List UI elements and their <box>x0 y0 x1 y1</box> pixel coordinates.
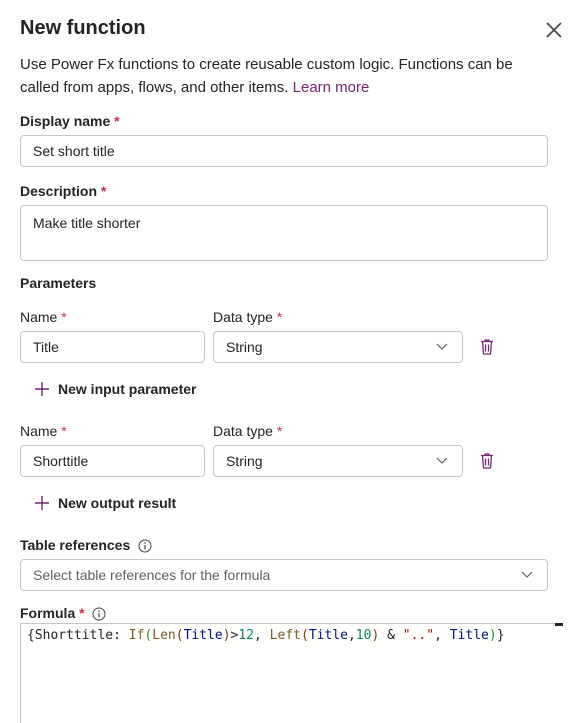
add-icon <box>35 496 49 510</box>
formula-token: ( <box>300 628 309 643</box>
formula-token: 12 <box>238 628 255 643</box>
new-input-parameter-label: New input parameter <box>58 381 197 397</box>
description-textarea[interactable]: Make title shorter <box>20 205 548 261</box>
dialog-title: New function <box>20 17 146 39</box>
display-name-label-text: Display name <box>20 113 111 129</box>
formula-token: , <box>347 628 356 643</box>
output-type-label: Data type * <box>213 423 282 439</box>
name-label-text: Name <box>20 423 58 439</box>
table-references-label: Table references <box>20 537 152 553</box>
input-parameter-type-value: String <box>226 339 263 355</box>
required-marker: * <box>276 309 283 325</box>
required-marker: * <box>276 423 283 439</box>
close-icon[interactable] <box>543 19 565 41</box>
required-marker: * <box>114 113 120 129</box>
new-output-result-label: New output result <box>58 495 177 511</box>
required-marker: * <box>61 423 67 439</box>
formula-token: ) <box>488 628 497 643</box>
required-marker: * <box>79 605 85 621</box>
input-parameter-name-value: Title <box>33 339 59 355</box>
table-references-label-text: Table references <box>20 537 131 553</box>
input-parameter-type-select[interactable]: String <box>213 331 463 363</box>
table-references-placeholder: Select table references for the formula <box>33 567 271 583</box>
description-value: Make title shorter <box>33 215 141 231</box>
formula-token: Shorttitle <box>34 628 114 643</box>
required-marker: * <box>61 309 67 325</box>
chevron-down-icon <box>436 343 448 350</box>
formula-token: } <box>496 628 505 643</box>
required-marker: * <box>100 183 107 199</box>
name-label-text: Name <box>20 309 58 325</box>
delete-icon[interactable] <box>479 338 495 356</box>
formula-token: ".." <box>402 628 435 643</box>
formula-token: Title <box>183 628 223 643</box>
formula-token: ( <box>175 628 184 643</box>
new-output-result-button[interactable]: New output result <box>34 495 176 511</box>
output-result-type-select[interactable]: String <box>213 445 463 477</box>
formula-token: If <box>128 628 145 643</box>
description-label-text: Description <box>20 183 98 199</box>
display-name-label: Display name * <box>20 113 120 129</box>
table-references-select[interactable]: Select table references for the formula <box>20 559 548 591</box>
formula-token: , <box>434 628 450 643</box>
chevron-down-icon <box>436 457 448 464</box>
formula-editor[interactable]: {Shorttitle: If(Len(Title)>12, Left(Titl… <box>20 623 563 723</box>
info-icon[interactable] <box>92 607 106 621</box>
delete-icon[interactable] <box>479 452 495 470</box>
formula-label: Formula * <box>20 605 106 621</box>
learn-more-link[interactable]: Learn more <box>293 79 370 96</box>
formula-token: & <box>379 628 403 643</box>
input-parameter-name[interactable]: Title <box>20 331 205 363</box>
input-type-label: Data type * <box>213 309 282 325</box>
info-icon[interactable] <box>138 539 152 553</box>
formula-token: Left <box>269 628 301 643</box>
type-label-text: Data type <box>213 309 273 325</box>
add-icon <box>35 382 49 396</box>
output-result-name[interactable]: Shorttitle <box>20 445 205 477</box>
output-name-label: Name * <box>20 423 67 439</box>
formula-token: ) <box>222 628 231 643</box>
display-name-input[interactable]: Set short title <box>20 135 548 167</box>
output-result-type-value: String <box>226 453 263 469</box>
input-name-label: Name * <box>20 309 67 325</box>
formula-token: Title <box>308 628 348 643</box>
new-input-parameter-button[interactable]: New input parameter <box>34 381 196 397</box>
formula-token: Title <box>449 628 489 643</box>
formula-token: , <box>254 628 270 643</box>
description-text: Use Power Fx functions to create reusabl… <box>20 56 513 96</box>
parameters-heading: Parameters <box>20 275 97 291</box>
dialog-description: Use Power Fx functions to create reusabl… <box>20 53 550 99</box>
display-name-value: Set short title <box>33 143 115 159</box>
output-result-name-value: Shorttitle <box>33 453 89 469</box>
formula-token: : <box>113 628 129 643</box>
formula-token: Len <box>152 628 176 643</box>
formula-token: 10 <box>355 628 372 643</box>
type-label-text: Data type <box>213 423 273 439</box>
chevron-down-icon <box>521 571 533 578</box>
formula-scrollbar[interactable] <box>555 623 563 626</box>
formula-label-text: Formula <box>20 605 76 621</box>
description-label: Description * <box>20 183 106 199</box>
formula-token: { <box>27 628 35 643</box>
